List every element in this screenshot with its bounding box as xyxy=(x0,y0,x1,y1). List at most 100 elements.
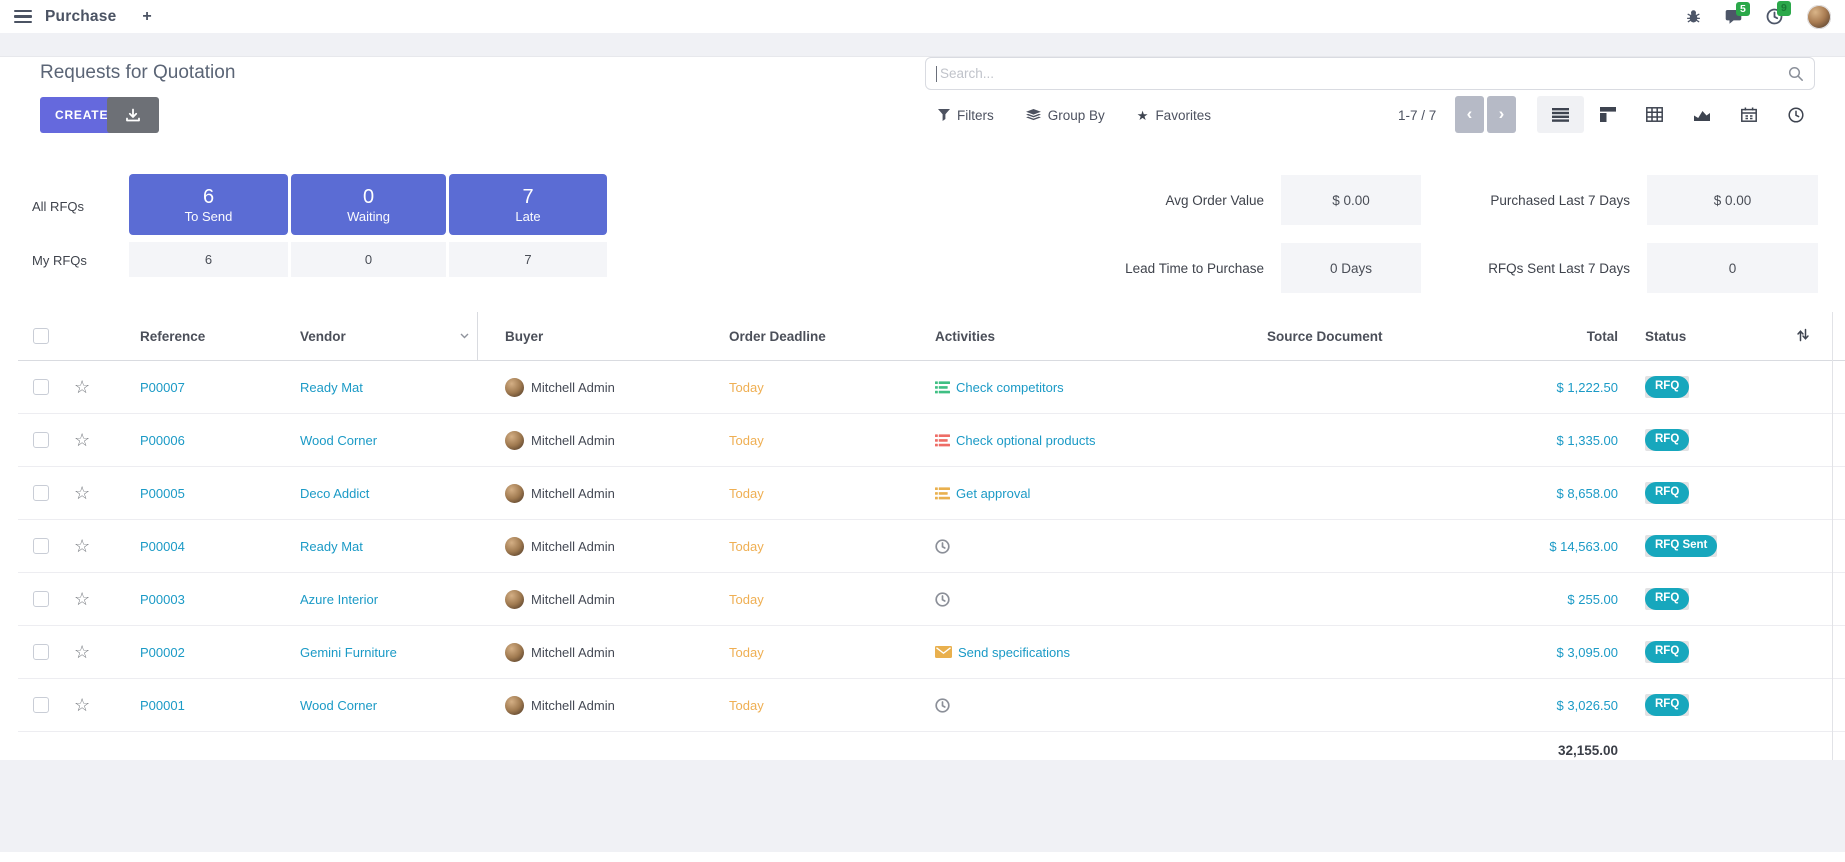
user-avatar[interactable] xyxy=(1807,5,1831,29)
order-deadline-cell[interactable]: Today xyxy=(703,433,909,448)
favorites-button[interactable]: ★ Favorites xyxy=(1137,108,1211,123)
header-order-deadline[interactable]: Order Deadline xyxy=(703,329,909,344)
kpi-card-late[interactable]: 7 Late xyxy=(449,174,607,235)
search-input[interactable] xyxy=(938,65,1788,82)
select-all-checkbox[interactable] xyxy=(33,328,49,344)
optional-columns-icon[interactable] xyxy=(1796,328,1810,342)
table-row[interactable]: ☆ P00005 Deco Addict Mitchell Admin Toda… xyxy=(18,467,1845,520)
hamburger-menu-icon[interactable] xyxy=(14,10,32,24)
activity-cell[interactable]: Get approval xyxy=(909,486,1241,501)
activity-cell[interactable] xyxy=(909,698,1241,713)
header-vendor-label: Vendor xyxy=(300,329,346,344)
buyer-cell[interactable]: Mitchell Admin xyxy=(478,643,703,662)
dashboard-clock-view-button[interactable] xyxy=(1772,96,1819,133)
header-status[interactable]: Status xyxy=(1618,329,1773,344)
export-button[interactable] xyxy=(107,97,159,133)
row-checkbox[interactable] xyxy=(33,591,49,607)
my-to-send-cell[interactable]: 6 xyxy=(129,242,288,277)
table-row[interactable]: ☆ P00003 Azure Interior Mitchell Admin T… xyxy=(18,573,1845,626)
group-by-button[interactable]: Group By xyxy=(1026,108,1105,123)
list-view-button[interactable] xyxy=(1537,96,1584,133)
sort-chevron-down-icon xyxy=(460,333,469,339)
app-name[interactable]: Purchase xyxy=(45,8,116,26)
table-row[interactable]: ☆ P00007 Ready Mat Mitchell Admin Today … xyxy=(18,361,1845,414)
favorite-star-icon[interactable]: ☆ xyxy=(74,431,90,449)
order-deadline-cell[interactable]: Today xyxy=(703,486,909,501)
favorite-star-icon[interactable]: ☆ xyxy=(74,378,90,396)
debug-bug-icon[interactable] xyxy=(1686,9,1701,24)
row-checkbox[interactable] xyxy=(33,644,49,660)
purchased-last-7-days-value[interactable]: $ 0.00 xyxy=(1647,175,1818,225)
activity-cell[interactable] xyxy=(909,592,1241,607)
calendar-view-button[interactable] xyxy=(1725,96,1772,133)
buyer-cell[interactable]: Mitchell Admin xyxy=(478,696,703,715)
vendor-link[interactable]: Gemini Furniture xyxy=(274,645,478,660)
table-row[interactable]: ☆ P00001 Wood Corner Mitchell Admin Toda… xyxy=(18,679,1845,732)
activity-cell[interactable]: Check optional products xyxy=(909,433,1241,448)
order-deadline-cell[interactable]: Today xyxy=(703,645,909,660)
my-late-cell[interactable]: 7 xyxy=(449,242,607,277)
reference-link[interactable]: P00007 xyxy=(114,380,274,395)
favorite-star-icon[interactable]: ☆ xyxy=(74,590,90,608)
buyer-cell[interactable]: Mitchell Admin xyxy=(478,484,703,503)
vendor-link[interactable]: Ready Mat xyxy=(274,380,478,395)
vendor-link[interactable]: Azure Interior xyxy=(274,592,478,607)
table-row[interactable]: ☆ P00004 Ready Mat Mitchell Admin Today … xyxy=(18,520,1845,573)
kpi-card-to-send[interactable]: 6 To Send xyxy=(129,174,288,235)
reference-link[interactable]: P00005 xyxy=(114,486,274,501)
header-source-document[interactable]: Source Document xyxy=(1241,329,1463,344)
row-checkbox[interactable] xyxy=(33,538,49,554)
activity-cell[interactable]: Send specifications xyxy=(909,645,1241,660)
order-deadline-cell[interactable]: Today xyxy=(703,698,909,713)
filter-funnel-icon xyxy=(938,109,950,121)
activity-cell[interactable]: Check competitors xyxy=(909,380,1241,395)
favorite-star-icon[interactable]: ☆ xyxy=(74,484,90,502)
favorite-star-icon[interactable]: ☆ xyxy=(74,643,90,661)
table-row[interactable]: ☆ P00002 Gemini Furniture Mitchell Admin… xyxy=(18,626,1845,679)
reference-link[interactable]: P00006 xyxy=(114,433,274,448)
vendor-link[interactable]: Deco Addict xyxy=(274,486,478,501)
favorite-star-icon[interactable]: ☆ xyxy=(74,696,90,714)
order-deadline-cell[interactable]: Today xyxy=(703,592,909,607)
my-waiting-cell[interactable]: 0 xyxy=(291,242,446,277)
reference-link[interactable]: P00002 xyxy=(114,645,274,660)
reference-link[interactable]: P00001 xyxy=(114,698,274,713)
activities-clock-icon[interactable]: 9 xyxy=(1766,8,1783,25)
row-checkbox[interactable] xyxy=(33,697,49,713)
order-deadline-cell[interactable]: Today xyxy=(703,539,909,554)
buyer-cell[interactable]: Mitchell Admin xyxy=(478,537,703,556)
vendor-link[interactable]: Ready Mat xyxy=(274,539,478,554)
new-tab-button[interactable]: + xyxy=(142,8,151,26)
favorite-star-icon[interactable]: ☆ xyxy=(74,537,90,555)
header-reference[interactable]: Reference xyxy=(114,329,274,344)
order-deadline-cell[interactable]: Today xyxy=(703,380,909,395)
row-checkbox[interactable] xyxy=(33,379,49,395)
buyer-cell[interactable]: Mitchell Admin xyxy=(478,431,703,450)
header-total[interactable]: Total xyxy=(1463,329,1618,344)
header-vendor[interactable]: Vendor xyxy=(274,312,478,360)
activity-cell[interactable] xyxy=(909,539,1241,554)
pivot-view-button[interactable] xyxy=(1631,96,1678,133)
reference-link[interactable]: P00004 xyxy=(114,539,274,554)
rfqs-sent-value[interactable]: 0 xyxy=(1647,243,1818,293)
pager-previous-button[interactable]: ‹ xyxy=(1455,96,1484,133)
filters-button[interactable]: Filters xyxy=(938,108,994,123)
vendor-link[interactable]: Wood Corner xyxy=(274,433,478,448)
header-activities[interactable]: Activities xyxy=(909,329,1241,344)
graph-view-button[interactable] xyxy=(1678,96,1725,133)
vendor-link[interactable]: Wood Corner xyxy=(274,698,478,713)
search-box[interactable] xyxy=(925,57,1815,90)
buyer-cell[interactable]: Mitchell Admin xyxy=(478,378,703,397)
row-checkbox[interactable] xyxy=(33,485,49,501)
kanban-view-button[interactable] xyxy=(1584,96,1631,133)
row-checkbox[interactable] xyxy=(33,432,49,448)
table-row[interactable]: ☆ P00006 Wood Corner Mitchell Admin Toda… xyxy=(18,414,1845,467)
search-facets: Filters Group By ★ Favorites xyxy=(938,97,1211,133)
buyer-cell[interactable]: Mitchell Admin xyxy=(478,590,703,609)
pager-next-button[interactable]: › xyxy=(1487,96,1516,133)
search-icon[interactable] xyxy=(1788,66,1804,82)
header-buyer[interactable]: Buyer xyxy=(478,329,703,344)
messages-icon[interactable]: 5 xyxy=(1725,9,1742,25)
reference-link[interactable]: P00003 xyxy=(114,592,274,607)
kpi-card-waiting[interactable]: 0 Waiting xyxy=(291,174,446,235)
